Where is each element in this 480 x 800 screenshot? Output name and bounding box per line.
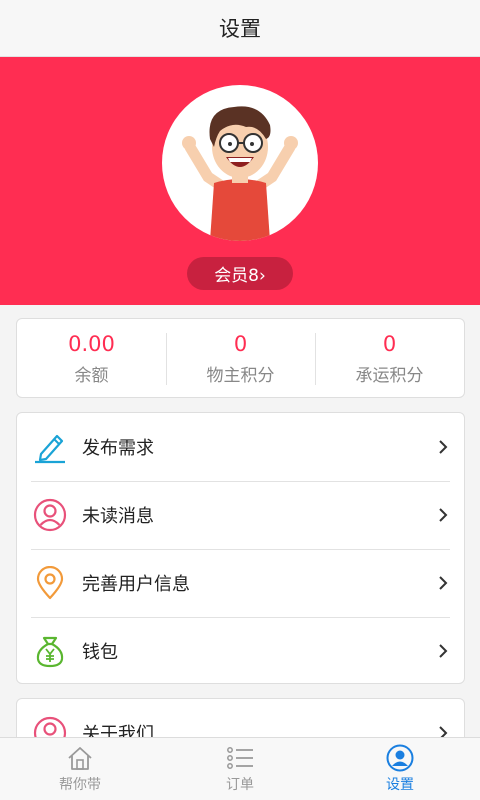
- stat-value: 0: [233, 331, 248, 356]
- money-bag-icon: [32, 633, 68, 669]
- menu-item-unread-messages[interactable]: 未读消息: [17, 481, 464, 549]
- member-level-label: 会员8›: [214, 266, 266, 286]
- tab-help-carry[interactable]: 帮你带: [0, 738, 160, 800]
- member-level-button[interactable]: 会员8›: [187, 257, 293, 290]
- chevron-right-icon: [439, 508, 448, 522]
- tab-label: 订单: [226, 777, 254, 793]
- stat-value: 0.00: [68, 331, 115, 356]
- chevron-right-icon: [439, 576, 448, 590]
- stat-carrier-points[interactable]: 0 承运积分: [315, 319, 464, 397]
- home-icon: [68, 747, 92, 770]
- tab-settings[interactable]: 设置: [320, 738, 480, 800]
- bottom-tab-bar: 帮你带 订单 设置: [0, 737, 480, 800]
- settings-menu: 发布需求 未读消息 完善用户信息 钱包: [16, 412, 465, 684]
- stat-label: 承运积分: [355, 365, 424, 386]
- stat-owner-points[interactable]: 0 物主积分: [166, 319, 315, 397]
- person-icon: [386, 744, 414, 772]
- list-icon: [227, 747, 253, 769]
- pencil-icon: [32, 429, 68, 465]
- menu-item-label: 完善用户信息: [82, 574, 190, 595]
- menu-item-wallet[interactable]: 钱包: [17, 617, 464, 685]
- cartoon-avatar-icon: [182, 106, 298, 241]
- menu-item-publish-request[interactable]: 发布需求: [17, 413, 464, 481]
- account-stats: 0.00 余额 0 物主积分 0 承运积分: [16, 318, 465, 398]
- tab-label: 帮你带: [59, 777, 101, 793]
- tab-orders[interactable]: 订单: [160, 738, 320, 800]
- user-circle-icon: [32, 497, 68, 533]
- chevron-right-icon: [439, 644, 448, 658]
- chevron-right-icon: [439, 440, 448, 454]
- stat-label: 余额: [74, 365, 109, 386]
- header-bar: 设置: [0, 0, 480, 57]
- menu-item-label: 钱包: [82, 642, 118, 663]
- avatar[interactable]: [162, 85, 318, 241]
- stat-balance[interactable]: 0.00 余额: [17, 319, 166, 397]
- menu-item-label: 未读消息: [82, 506, 154, 527]
- stat-value: 0: [382, 331, 397, 356]
- location-pin-icon: [32, 565, 68, 601]
- profile-banner: 会员8›: [0, 57, 480, 305]
- tab-label: 设置: [386, 777, 414, 793]
- stat-label: 物主积分: [206, 365, 275, 386]
- page-title: 设置: [219, 17, 261, 41]
- menu-item-complete-profile[interactable]: 完善用户信息: [17, 549, 464, 617]
- menu-item-label: 发布需求: [82, 438, 154, 459]
